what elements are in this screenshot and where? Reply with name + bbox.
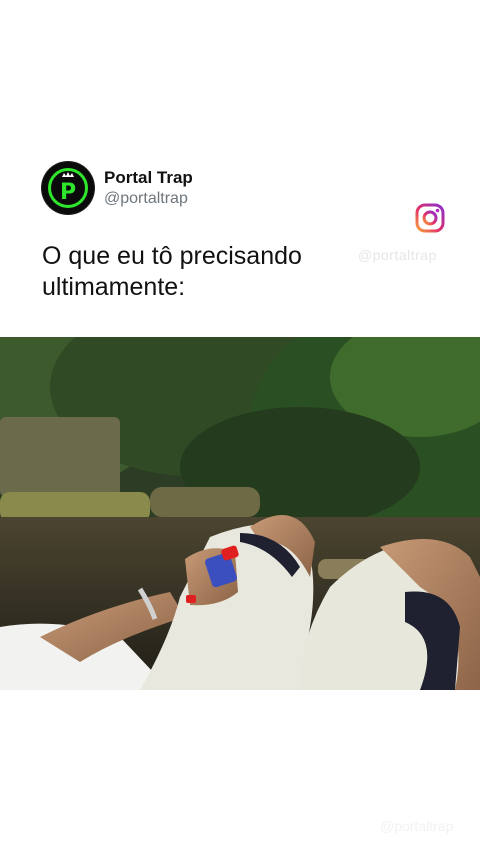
bottom-watermark: @portaltrap: [380, 818, 454, 834]
post-video[interactable]: [0, 337, 480, 690]
user-handle[interactable]: @portaltrap: [104, 188, 193, 209]
avatar-ring: [48, 168, 88, 208]
display-name[interactable]: Portal Trap: [104, 167, 193, 188]
video-frame: [0, 337, 480, 690]
instagram-icon[interactable]: [414, 202, 446, 234]
author-names: Portal Trap @portaltrap: [104, 167, 193, 209]
watermark: @portaltrap: [358, 247, 437, 263]
post-header: P Portal Trap @portaltrap: [42, 162, 193, 214]
post-text: O que eu tô precisando ultimamente:: [42, 242, 302, 301]
avatar[interactable]: P: [42, 162, 94, 214]
